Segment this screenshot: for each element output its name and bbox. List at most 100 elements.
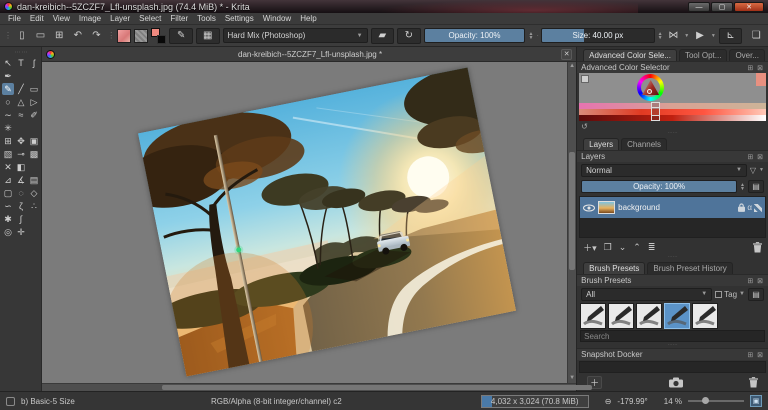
brush-size-slider[interactable]: Size: 40.00 px — [541, 28, 655, 43]
edit-brush-settings-button[interactable]: ✎ — [169, 27, 193, 44]
line-tool[interactable]: ╱ — [15, 83, 27, 95]
brush-preset-0[interactable] — [580, 303, 607, 329]
docker-float-icon[interactable]: ⊞ ⊠ — [747, 277, 764, 285]
tab-brush-preset-history[interactable]: Brush Preset History — [647, 262, 733, 274]
polyline-tool[interactable]: ▷ — [28, 96, 40, 108]
toolbox-handle[interactable]: ⋯⋯ — [2, 49, 41, 56]
mirror-dropdown[interactable]: ▼ — [684, 33, 689, 38]
colorize-mask-tool[interactable]: ✕ — [2, 161, 14, 173]
lock-icon[interactable] — [738, 203, 746, 212]
brush-preset-chooser-button[interactable]: ▦ — [195, 27, 220, 44]
tab-advanced-color-sele-[interactable]: Advanced Color Sele... — [583, 49, 677, 61]
reset-rotation-icon[interactable]: ⊾ — [718, 27, 743, 44]
fg-bg-color-chooser[interactable] — [150, 27, 167, 44]
multibrush-tool[interactable]: ✳ — [2, 122, 14, 134]
color-sampler-tool[interactable]: ⊸ — [15, 148, 27, 160]
transform-tool[interactable]: ⊞ — [2, 135, 14, 147]
canvas-viewport[interactable]: ▲ ▼ — [42, 62, 577, 383]
dynamic-brush-tool[interactable]: ✐ — [28, 109, 40, 121]
canvas-image[interactable] — [137, 67, 517, 377]
gradient-tool[interactable]: ▧ — [2, 148, 14, 160]
brush-preset-1[interactable] — [608, 303, 635, 329]
switch-snapshot-camera-button[interactable] — [668, 377, 683, 388]
minimize-button[interactable]: — — [688, 1, 710, 12]
menu-filter[interactable]: Filter — [166, 14, 192, 23]
freehand-brush-tool[interactable]: ✎ — [2, 83, 14, 95]
zoom-slider[interactable] — [688, 396, 744, 406]
tab-layers[interactable]: Layers — [583, 138, 620, 150]
freehand-select-tool[interactable]: ∽ — [2, 200, 14, 212]
tab-brush-presets[interactable]: Brush Presets — [583, 262, 646, 274]
save-file-icon[interactable]: ⊞ — [51, 28, 67, 44]
preset-filter-dropdown[interactable]: All ▼ — [581, 287, 713, 301]
menu-window[interactable]: Window — [259, 14, 295, 23]
alpha-lock-icon[interactable]: α — [747, 203, 752, 212]
menu-tools[interactable]: Tools — [193, 14, 220, 23]
document-close-icon[interactable]: ✕ — [561, 48, 573, 60]
eraser-mode-button[interactable]: ▰ — [370, 27, 395, 44]
layer-filter-dropdown[interactable]: ▼ — [759, 168, 764, 173]
layer-view-options-button[interactable]: ▤ — [748, 180, 764, 193]
similar-select-tool[interactable]: ∴ — [28, 200, 40, 212]
maximize-button[interactable]: ▢ — [711, 1, 733, 12]
flow-icon[interactable]: ▶ — [692, 28, 708, 44]
workspace-chooser-icon[interactable]: ❏ — [748, 28, 764, 44]
pan-tool[interactable]: ✛ — [15, 226, 27, 238]
pattern-chooser[interactable] — [134, 28, 148, 43]
preset-display-mode-button[interactable]: ▤ — [748, 287, 764, 301]
bezier-select-tool[interactable]: ∫ — [15, 213, 27, 225]
zoom-slider-knob[interactable] — [702, 397, 709, 404]
tab-tool-opt-[interactable]: Tool Opt... — [678, 49, 728, 61]
menu-edit[interactable]: Edit — [26, 14, 48, 23]
strip-slider-handle[interactable] — [651, 102, 661, 121]
selection-display-icon[interactable] — [6, 396, 15, 406]
tab-channels[interactable]: Channels — [621, 138, 667, 150]
scroll-down-icon[interactable]: ▼ — [568, 374, 576, 383]
color-strips[interactable] — [579, 103, 766, 121]
layer-name[interactable]: background — [618, 203, 735, 212]
text-tool[interactable]: T — [15, 57, 27, 69]
tag-checkbox[interactable] — [715, 290, 723, 298]
rect-select-tool[interactable]: ▢ — [2, 187, 14, 199]
contiguous-select-tool[interactable]: ✱ — [2, 213, 14, 225]
menu-layer[interactable]: Layer — [106, 14, 134, 23]
edit-shapes-tool[interactable]: ✒ — [2, 70, 14, 82]
vertical-scrollbar[interactable]: ▲ ▼ — [567, 62, 577, 383]
docker-float-icon[interactable]: ⊞ ⊠ — [747, 351, 764, 359]
blending-mode-dropdown[interactable]: Hard Mix (Photoshop) ▼ — [222, 28, 368, 43]
layer-opacity-spinner[interactable]: ▲ ▼ — [740, 182, 745, 191]
brush-preset-4[interactable] — [692, 303, 719, 329]
add-layer-button[interactable]: ＋▾ — [583, 241, 597, 254]
rectangle-tool[interactable]: ▭ — [28, 83, 40, 95]
color-history-icon[interactable]: ↺ — [581, 122, 588, 131]
new-file-icon[interactable]: ▯ — [14, 28, 30, 44]
crop-tool[interactable]: ▣ — [28, 135, 40, 147]
redo-icon[interactable]: ↷ — [89, 28, 105, 44]
reload-preset-button[interactable]: ↻ — [397, 27, 421, 44]
tag-button[interactable]: Tag ▼ — [715, 290, 745, 299]
snapshot-list[interactable] — [579, 361, 766, 373]
menu-select[interactable]: Select — [135, 14, 165, 23]
fit-page-button[interactable]: ▣ — [750, 395, 762, 407]
move-tool[interactable]: ✥ — [15, 135, 27, 147]
menu-view[interactable]: View — [49, 14, 74, 23]
scroll-up-icon[interactable]: ▲ — [568, 62, 576, 71]
horizontal-scrollbar[interactable] — [42, 383, 592, 391]
duplicate-layer-button[interactable]: ❐ — [604, 242, 612, 253]
patch-tool[interactable]: ▩ — [28, 148, 40, 160]
layer-properties-button[interactable]: ≣ — [648, 242, 656, 253]
bezier-curve-tool[interactable]: ∼ — [2, 109, 14, 121]
measure-tool[interactable]: ∡ — [15, 174, 27, 186]
docker-float-icon[interactable]: ⊞ ⊠ — [747, 64, 764, 72]
move-layer-down-button[interactable]: ⌄ — [619, 242, 627, 253]
ellipse-select-tool[interactable]: ◌ — [15, 187, 27, 199]
size-spinner[interactable]: ▲ ▼ — [658, 31, 663, 40]
visibility-eye-icon[interactable] — [583, 203, 596, 212]
vertical-scroll-thumb[interactable] — [569, 152, 576, 270]
menu-settings[interactable]: Settings — [221, 14, 258, 23]
opacity-spinner[interactable]: ▲ ▼ — [528, 31, 533, 40]
polygon-tool[interactable]: △ — [15, 96, 27, 108]
advanced-color-selector[interactable] — [579, 73, 766, 121]
mirror-icon[interactable]: ⋈ — [666, 28, 682, 44]
fill-tool[interactable]: ◧ — [15, 161, 27, 173]
